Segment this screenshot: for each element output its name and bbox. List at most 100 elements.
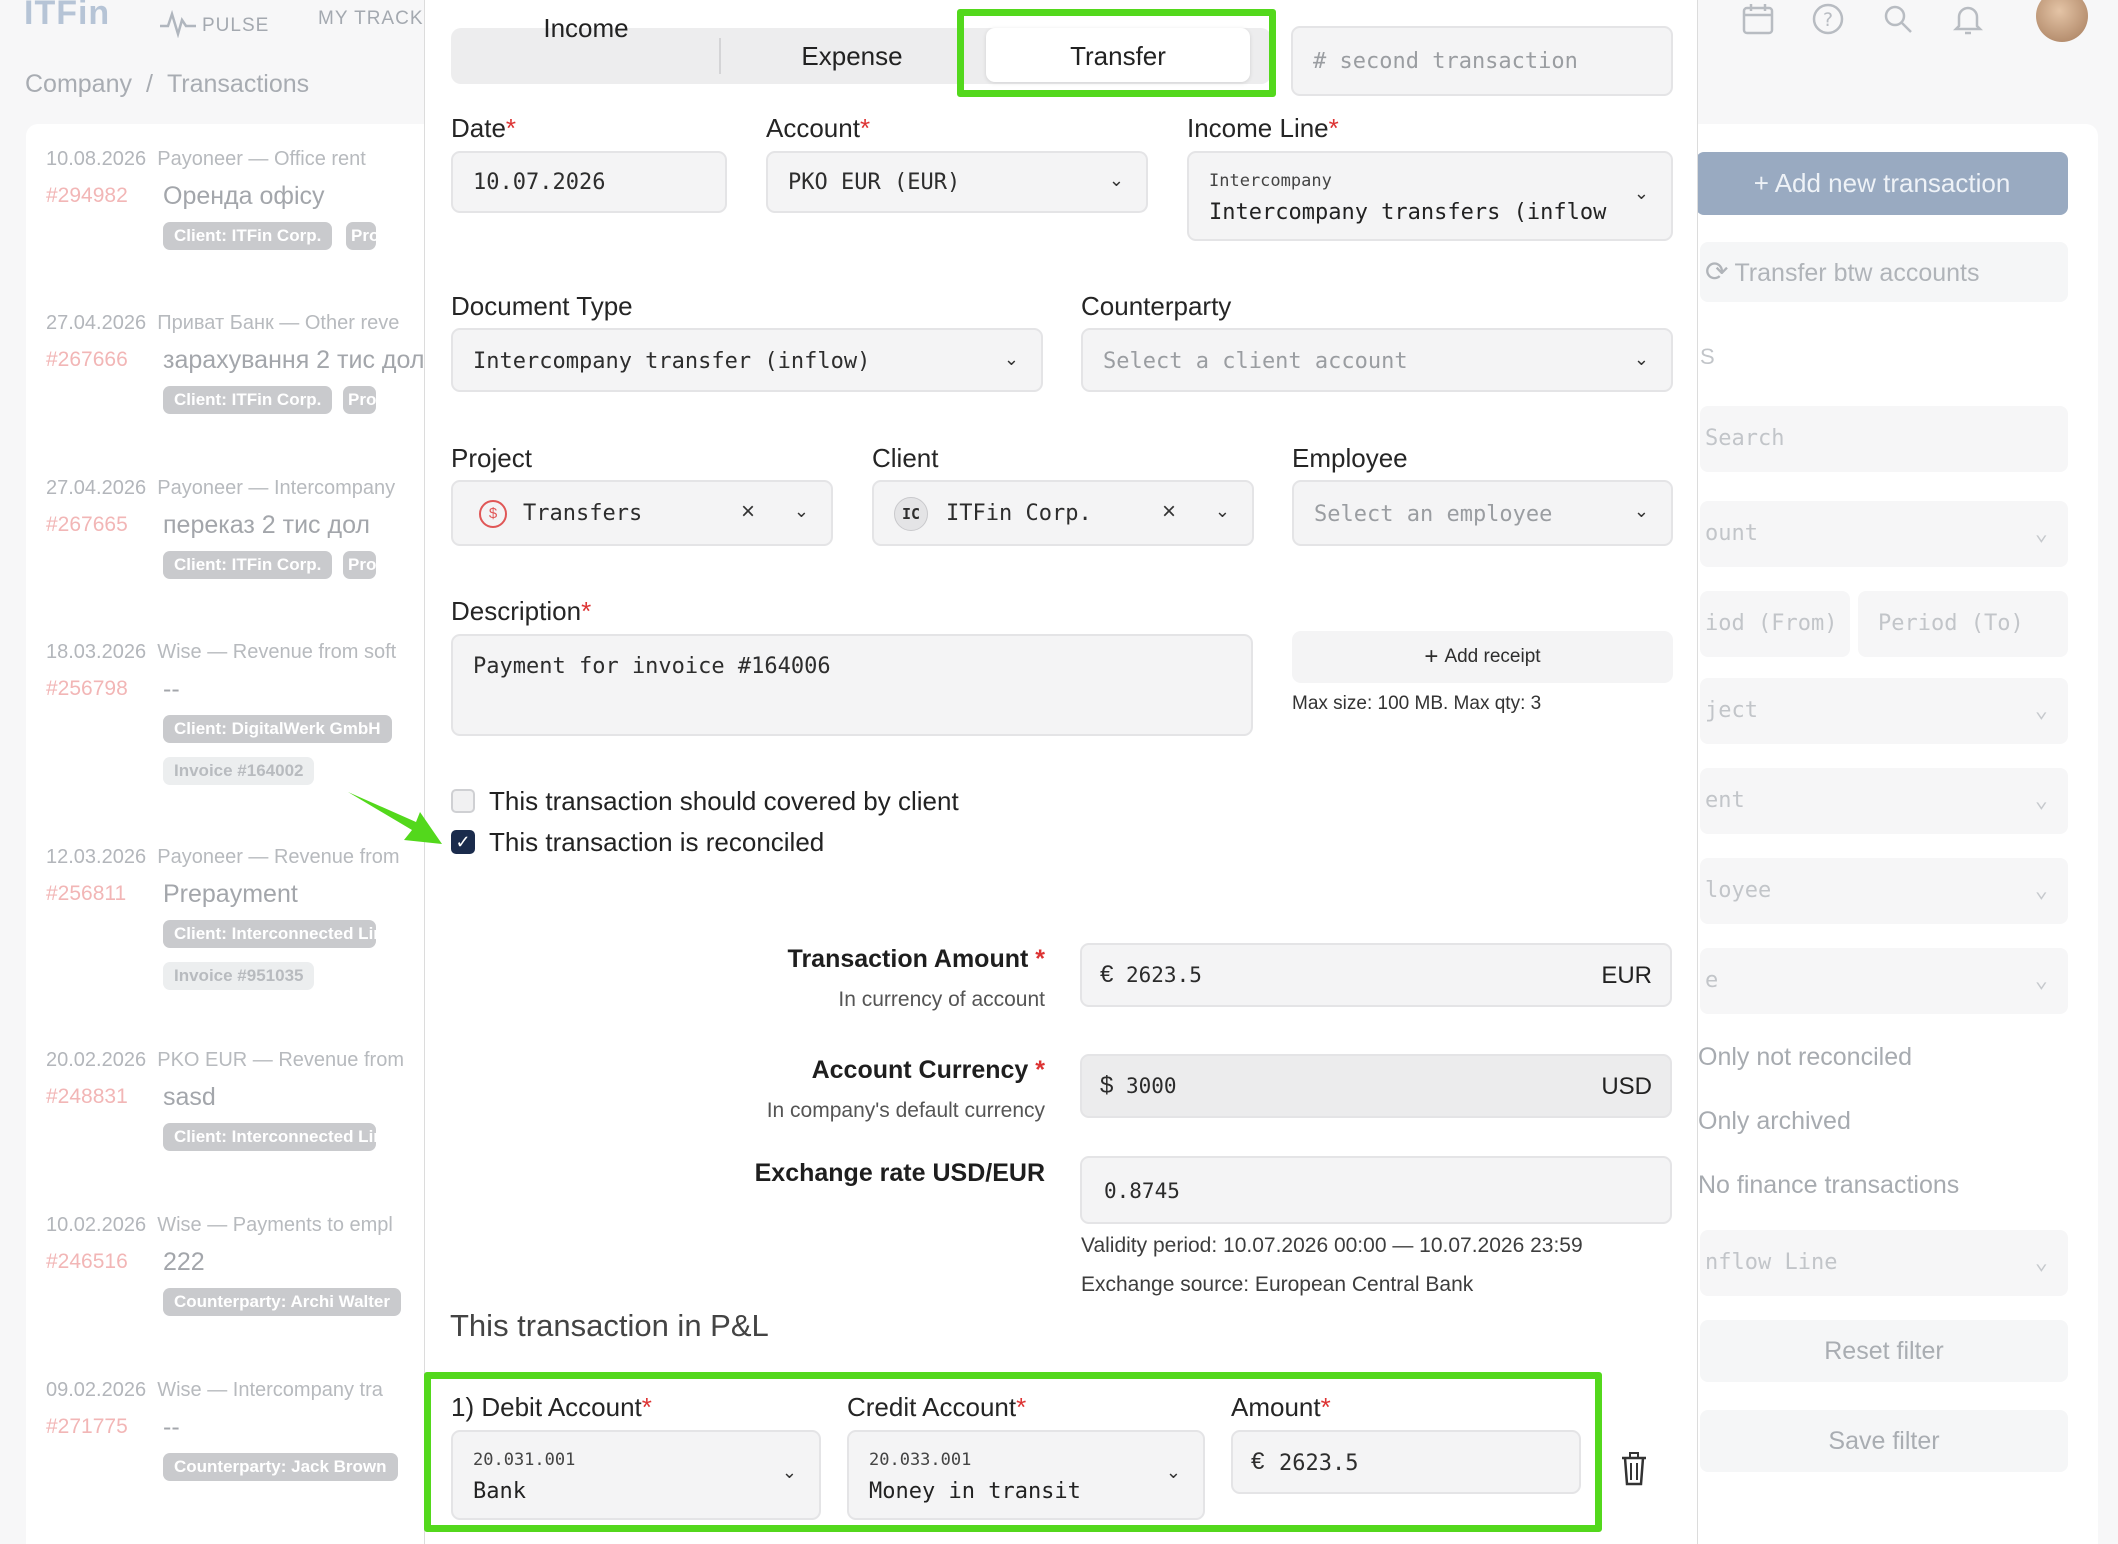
chevron-down-icon: ⌄ bbox=[1108, 170, 1124, 190]
chevron-down-icon: ⌄ bbox=[2034, 968, 2048, 993]
transaction-row[interactable]: 20.02.2026 PKO EUR — Revenue from #24883… bbox=[46, 1049, 446, 1151]
row-id[interactable]: #267665 bbox=[46, 513, 128, 537]
reset-filter-button[interactable]: Reset filter bbox=[1700, 1320, 2068, 1382]
filter-section-title: S bbox=[1700, 344, 1715, 369]
row-id[interactable]: #267666 bbox=[46, 348, 128, 372]
app-logo[interactable]: ITFin bbox=[24, 0, 110, 33]
row-id[interactable]: #246516 bbox=[46, 1250, 128, 1274]
account-currency-sub: In company's default currency bbox=[766, 1099, 1045, 1122]
row-id[interactable]: #248831 bbox=[46, 1085, 128, 1109]
clear-icon[interactable]: × bbox=[1162, 498, 1176, 526]
row-description: зарахування 2 тис дол bbox=[163, 346, 425, 374]
exchange-rate-input[interactable]: 0.8745 bbox=[1080, 1156, 1672, 1224]
account-currency-label: Account Currency * bbox=[811, 1056, 1045, 1084]
check-icon: ✓ bbox=[455, 832, 471, 852]
breadcrumb-current: Transactions bbox=[166, 70, 310, 98]
account-select[interactable]: PKO EUR (EUR) ⌄ bbox=[766, 151, 1148, 213]
filter-employee-select[interactable]: loyee ⌄ bbox=[1700, 858, 2068, 924]
client-select[interactable]: IC ITFin Corp. × ⌄ bbox=[872, 480, 1254, 546]
nav-pulse[interactable]: PULSE bbox=[158, 8, 270, 39]
account-currency-labels: Account Currency * In company's default … bbox=[451, 1056, 1045, 1122]
row-id[interactable]: #271775 bbox=[46, 1415, 128, 1439]
filter-inflow-line-select[interactable]: nflow Line ⌄ bbox=[1700, 1230, 2068, 1296]
counterparty-select[interactable]: Select a client account ⌄ bbox=[1081, 328, 1673, 392]
calendar-icon[interactable] bbox=[1740, 2, 1776, 38]
row-date-account: 10.02.2026 Wise — Payments to empl bbox=[46, 1214, 393, 1236]
transaction-row[interactable]: 18.03.2026 Wise — Revenue from soft #256… bbox=[46, 641, 446, 785]
covered-by-client-checkbox[interactable] bbox=[451, 789, 475, 813]
exchange-source: Exchange source: European Central Bank bbox=[1081, 1273, 1474, 1296]
transaction-number-input[interactable]: # second transaction bbox=[1291, 26, 1673, 96]
chevron-down-icon: ⌄ bbox=[2034, 1250, 2048, 1275]
tab-expense[interactable]: Expense bbox=[720, 28, 984, 84]
filter-type-select[interactable]: e ⌄ bbox=[1700, 948, 2068, 1014]
save-filter-button[interactable]: Save filter bbox=[1700, 1410, 2068, 1472]
row-id[interactable]: #256798 bbox=[46, 677, 128, 701]
trash-icon[interactable] bbox=[1620, 1452, 1648, 1491]
bell-icon[interactable] bbox=[1950, 2, 1986, 38]
reconciled-checkbox[interactable]: ✓ bbox=[451, 830, 475, 854]
document-type-select[interactable]: Intercompany transfer (inflow) ⌄ bbox=[451, 328, 1043, 392]
filter-project-select[interactable]: ject ⌄ bbox=[1700, 678, 2068, 744]
transaction-row[interactable]: 12.03.2026 Payoneer — Revenue from #2568… bbox=[46, 846, 446, 990]
document-type-label: Document Type bbox=[451, 291, 633, 321]
income-line-select[interactable]: Intercompany Intercompany transfers (inf… bbox=[1187, 151, 1673, 241]
filter-search-input[interactable]: Search bbox=[1700, 406, 2068, 472]
employee-select[interactable]: Select an employee ⌄ bbox=[1292, 480, 1673, 546]
row-client-pill: Client: ITFin Corp. bbox=[163, 222, 333, 250]
breadcrumb-separator: / bbox=[146, 70, 153, 98]
date-input[interactable]: 10.07.2026 bbox=[451, 151, 727, 213]
filter-period-to[interactable]: Period (To) bbox=[1858, 591, 2068, 657]
chevron-down-icon: ⌄ bbox=[1214, 501, 1230, 521]
help-icon[interactable]: ? bbox=[1810, 2, 1846, 38]
account-label: Account* bbox=[766, 113, 871, 143]
chevron-down-icon: ⌄ bbox=[793, 501, 809, 521]
transaction-row[interactable]: 10.08.2026 Payoneer — Office rent #29498… bbox=[46, 148, 446, 250]
filter-client-select[interactable]: ent ⌄ bbox=[1700, 768, 2068, 834]
date-label: Date* bbox=[451, 113, 517, 143]
filter-only-not-reconciled[interactable]: Only not reconciled bbox=[1698, 1043, 1912, 1072]
row-date-account: 18.03.2026 Wise — Revenue from soft bbox=[46, 641, 397, 663]
row-description: 222 bbox=[163, 1248, 205, 1276]
counterparty-label: Counterparty bbox=[1081, 291, 1232, 321]
row-invoice-pill: Invoice #164002 bbox=[163, 757, 315, 785]
add-receipt-button[interactable]: + Add receipt bbox=[1292, 631, 1673, 683]
row-description: Оренда офісу bbox=[163, 182, 325, 210]
pnl-highlight bbox=[424, 1372, 1602, 1532]
transaction-row[interactable]: 27.04.2026 Payoneer — Intercompany #2676… bbox=[46, 477, 446, 579]
breadcrumb-root[interactable]: Company bbox=[25, 70, 132, 98]
receipt-hint: Max size: 100 MB. Max qty: 3 bbox=[1292, 693, 1542, 714]
row-project-pill: Project: bbox=[343, 386, 376, 414]
covered-by-client-label[interactable]: This transaction should covered by clien… bbox=[489, 786, 959, 817]
filter-no-finance[interactable]: No finance transactions bbox=[1698, 1171, 1959, 1200]
row-counterparty-pill: Counterparty: Archi Walter bbox=[163, 1288, 401, 1316]
add-transaction-button[interactable]: + Add new transaction bbox=[1696, 152, 2068, 215]
description-textarea[interactable]: Payment for invoice #164006 bbox=[451, 634, 1253, 736]
chevron-down-icon: ⌄ bbox=[1003, 349, 1019, 369]
tab-income[interactable]: Income bbox=[451, 0, 721, 56]
project-select[interactable]: $ Transfers × ⌄ bbox=[451, 480, 833, 546]
svg-text:?: ? bbox=[1823, 9, 1833, 31]
row-id[interactable]: #256811 bbox=[46, 882, 126, 906]
nav-my-tracker[interactable]: MY TRACKE bbox=[318, 8, 428, 30]
transaction-amount-input[interactable]: € 2623.5 EUR bbox=[1080, 943, 1672, 1007]
transfer-accounts-button[interactable]: ⟳ Transfer btw accounts bbox=[1700, 242, 2068, 302]
transaction-row[interactable]: 10.02.2026 Wise — Payments to empl #2465… bbox=[46, 1214, 446, 1316]
nav-pulse-label: PULSE bbox=[202, 15, 270, 36]
reconciled-label[interactable]: This transaction is reconciled bbox=[489, 827, 824, 858]
filter-only-archived[interactable]: Only archived bbox=[1698, 1107, 1851, 1136]
row-date-account: 10.08.2026 Payoneer — Office rent bbox=[46, 148, 366, 170]
clear-icon[interactable]: × bbox=[741, 498, 755, 526]
transaction-row[interactable]: 09.02.2026 Wise — Intercompany tra #2717… bbox=[46, 1379, 446, 1481]
chevron-down-icon: ⌄ bbox=[2034, 878, 2048, 903]
pulse-icon bbox=[160, 9, 196, 39]
row-client-pill: Client: DigitalWerk GmbH bbox=[163, 715, 392, 743]
account-currency-input[interactable]: $ 3000 USD bbox=[1080, 1054, 1672, 1118]
row-date-account: 27.04.2026 Приват Банк — Other reve bbox=[46, 312, 400, 334]
search-icon[interactable] bbox=[1880, 2, 1916, 38]
plus-icon: + bbox=[1424, 643, 1439, 670]
row-id[interactable]: #294982 bbox=[46, 184, 128, 208]
filter-period-from[interactable]: iod (From) bbox=[1700, 591, 1850, 657]
filter-account-select[interactable]: ount ⌄ bbox=[1700, 501, 2068, 567]
transaction-row[interactable]: 27.04.2026 Приват Банк — Other reve #267… bbox=[46, 312, 446, 414]
